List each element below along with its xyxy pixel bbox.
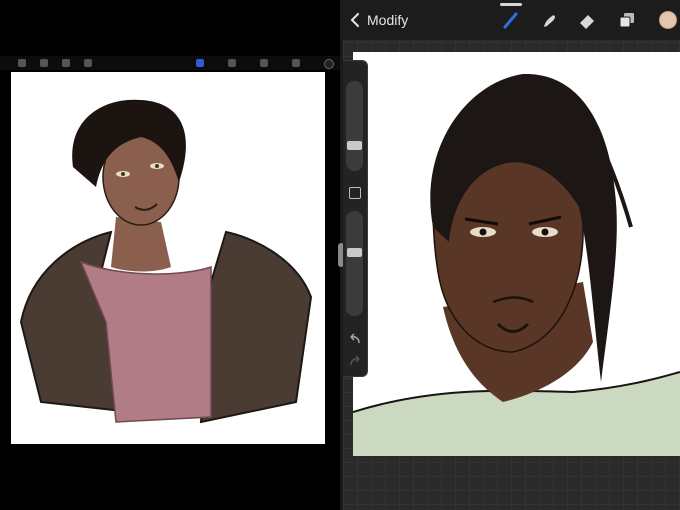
- layers-icon: [619, 13, 634, 28]
- actions-icon[interactable]: [18, 59, 26, 67]
- smudge-icon: [544, 15, 555, 27]
- left-character-artwork: [19, 99, 313, 424]
- color-swatch[interactable]: [324, 59, 334, 69]
- right-app-window: Modify: [343, 0, 680, 510]
- brush-icon: [503, 12, 518, 29]
- eraser-icon: [580, 15, 594, 29]
- eraser-icon[interactable]: [260, 59, 268, 67]
- layers-tool[interactable]: [615, 8, 639, 32]
- back-label: Modify: [367, 12, 409, 28]
- brush-tool[interactable]: [499, 8, 523, 32]
- layers-icon[interactable]: [292, 59, 300, 67]
- right-drawing-canvas[interactable]: [353, 52, 680, 456]
- transform-icon[interactable]: [84, 59, 92, 67]
- color-swatch[interactable]: [659, 11, 677, 29]
- redo-icon[interactable]: [347, 353, 363, 369]
- right-character-artwork: [353, 73, 680, 456]
- sidebar-panel: [343, 60, 368, 377]
- smudge-tool[interactable]: [537, 8, 561, 32]
- left-app-window: [0, 0, 340, 510]
- back-button[interactable]: Modify: [349, 9, 408, 31]
- left-drawing-canvas[interactable]: [11, 72, 325, 444]
- left-toolbar: [0, 56, 340, 70]
- smudge-icon[interactable]: [228, 59, 236, 67]
- top-toolbar: Modify: [343, 0, 680, 40]
- undo-icon[interactable]: [347, 331, 363, 347]
- active-tool-indicator: [500, 3, 522, 6]
- brush-size-slider[interactable]: [346, 81, 363, 171]
- modify-button[interactable]: [349, 187, 361, 199]
- opacity-slider[interactable]: [346, 211, 363, 316]
- eraser-tool[interactable]: [575, 8, 599, 32]
- selection-icon[interactable]: [62, 59, 70, 67]
- brush-size-thumb[interactable]: [347, 141, 362, 150]
- adjustments-icon[interactable]: [40, 59, 48, 67]
- opacity-thumb[interactable]: [347, 248, 362, 257]
- chevron-left-icon: [350, 13, 359, 27]
- brush-icon[interactable]: [196, 59, 204, 67]
